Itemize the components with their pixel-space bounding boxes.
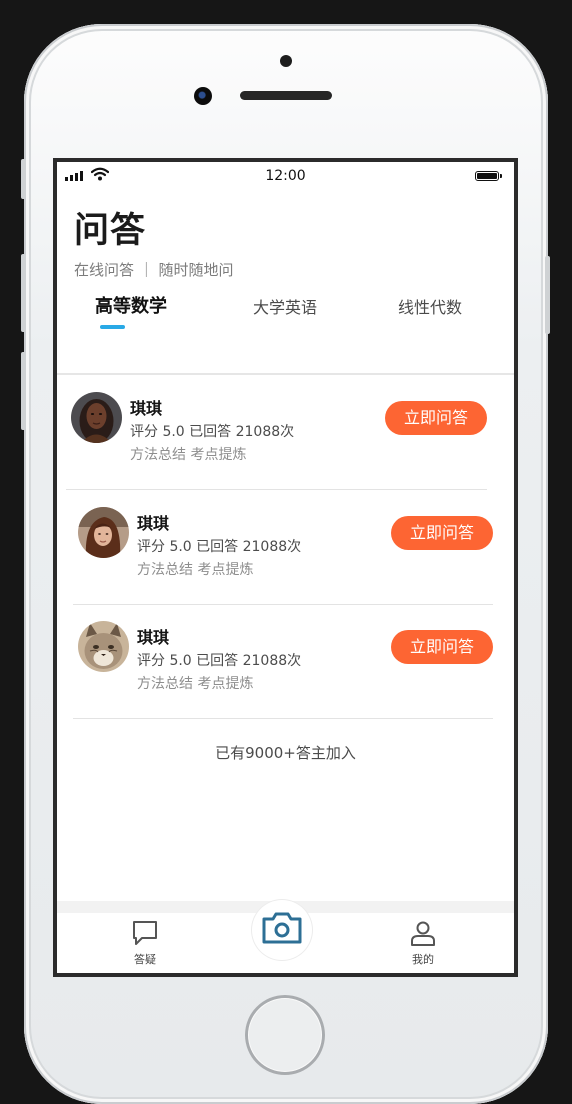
expert-name: 琪琪 — [130, 399, 163, 418]
expert-tags: 方法总结 考点提炼 — [137, 676, 254, 692]
ask-now-button[interactable]: 立即问答 — [385, 401, 487, 435]
battery-icon — [475, 171, 502, 181]
expert-name: 琪琪 — [137, 514, 170, 533]
chat-bubble-icon — [133, 921, 157, 945]
page-title: 问答 — [74, 211, 147, 251]
power-button — [545, 256, 550, 334]
mute-switch — [21, 159, 26, 199]
tab-bar-label: 我的 — [412, 953, 434, 966]
expert-card: 琪琪 评分 5.0 已回答 21088次 方法总结 考点提炼 立即问答 — [78, 621, 498, 721]
bottom-tab-bar: 答疑 我的 — [57, 900, 514, 973]
status-time: 12:00 — [265, 168, 306, 184]
avatar — [78, 507, 129, 558]
ask-now-button[interactable]: 立即问答 — [391, 630, 493, 664]
tab-linear-algebra[interactable]: 线性代数 — [398, 294, 462, 318]
proximity-sensor — [280, 55, 292, 67]
avatar — [71, 392, 122, 443]
camera-button[interactable] — [252, 900, 312, 960]
tab-college-english[interactable]: 大学英语 — [253, 294, 317, 318]
volume-down-button — [21, 352, 26, 430]
row-divider — [66, 489, 487, 490]
camera-icon — [262, 912, 302, 944]
answerer-count-note: 已有9000+答主加入 — [215, 744, 356, 762]
expert-tags: 方法总结 考点提炼 — [137, 562, 254, 578]
expert-rating: 评分 5.0 已回答 21088次 — [130, 424, 295, 440]
header-divider — [57, 373, 514, 375]
avatar — [78, 621, 129, 672]
volume-up-button — [21, 254, 26, 332]
tab-advanced-math[interactable]: 高等数学 — [95, 292, 167, 318]
tab-bar-mine[interactable]: 我的 — [399, 919, 447, 967]
row-divider — [73, 604, 493, 605]
page-subtitle: 在线问答 ｜ 随时随地问 — [74, 261, 234, 279]
person-icon — [411, 921, 435, 946]
front-camera-lens — [194, 87, 212, 105]
expert-tags: 方法总结 考点提炼 — [130, 447, 247, 463]
ask-now-button[interactable]: 立即问答 — [391, 516, 493, 550]
home-button[interactable] — [245, 995, 325, 1075]
app-screen: 12:00 问答 在线问答 ｜ 随时随地问 高等数学 大学英语 线性代数 琪琪 … — [53, 158, 518, 977]
expert-card: 琪琪 评分 5.0 已回答 21088次 方法总结 考点提炼 立即问答 — [71, 392, 491, 492]
expert-rating: 评分 5.0 已回答 21088次 — [137, 539, 302, 555]
expert-name: 琪琪 — [137, 628, 170, 647]
tab-bar-label: 答疑 — [134, 953, 156, 966]
expert-card: 琪琪 评分 5.0 已回答 21088次 方法总结 考点提炼 立即问答 — [78, 507, 498, 607]
earpiece-speaker — [240, 91, 332, 100]
status-bar: 12:00 — [57, 162, 514, 190]
row-divider — [73, 718, 493, 719]
tab-bar-answers[interactable]: 答疑 — [121, 919, 169, 967]
expert-rating: 评分 5.0 已回答 21088次 — [137, 653, 302, 669]
active-tab-indicator — [100, 325, 125, 329]
